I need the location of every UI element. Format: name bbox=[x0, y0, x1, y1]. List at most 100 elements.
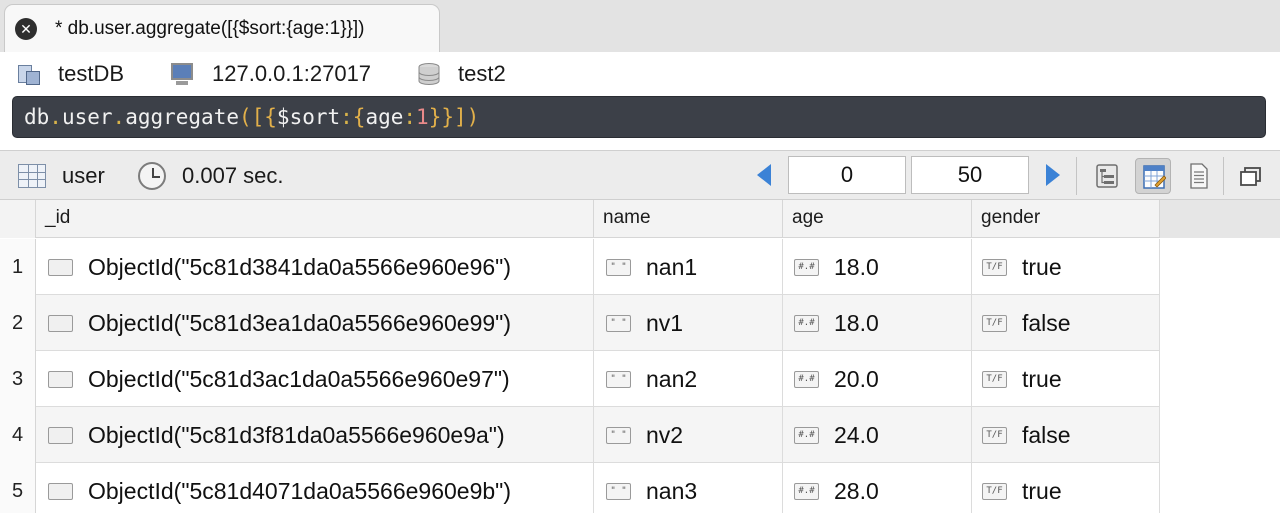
tab-bar: ✕ * db.user.aggregate([{$sort:{age:1}}]) bbox=[0, 0, 1280, 52]
query-open-brackets: ([{ bbox=[238, 105, 277, 129]
id-cell[interactable]: ObjectId("5c81d3841da0a5566e960e96") bbox=[36, 239, 594, 295]
boolean-type-icon: T/F bbox=[982, 258, 1007, 276]
tab-title: * db.user.aggregate([{$sort:{age:1}}]) bbox=[55, 18, 365, 39]
number-type-icon: #.# bbox=[794, 314, 819, 332]
table-row[interactable]: 1 ObjectId("5c81d3841da0a5566e960e96") "… bbox=[0, 239, 1160, 295]
objectid-type-icon bbox=[48, 482, 73, 500]
id-cell[interactable]: ObjectId("5c81d4071da0a5566e960e9b") bbox=[36, 463, 594, 513]
name-value: nan2 bbox=[646, 365, 698, 392]
row-number: 2 bbox=[0, 295, 36, 351]
limit-input[interactable]: 50 bbox=[911, 156, 1029, 194]
window-icon bbox=[1240, 167, 1261, 186]
id-cell[interactable]: ObjectId("5c81d3ea1da0a5566e960e99") bbox=[36, 295, 594, 351]
query-db: db bbox=[24, 105, 50, 129]
table-row[interactable]: 2 ObjectId("5c81d3ea1da0a5566e960e99") "… bbox=[0, 295, 1160, 351]
row-number: 5 bbox=[0, 463, 36, 513]
server-icon bbox=[16, 61, 42, 87]
collection-db-name: test2 bbox=[458, 61, 506, 86]
gender-value: false bbox=[1022, 421, 1071, 448]
gender-value: true bbox=[1022, 477, 1062, 504]
objectid-type-icon bbox=[48, 258, 73, 276]
name-cell[interactable]: " " nan1 bbox=[594, 239, 783, 295]
collection-indicator: user bbox=[18, 161, 105, 191]
table-row[interactable]: 4 ObjectId("5c81d3f81da0a5566e960e9a") "… bbox=[0, 407, 1160, 463]
computer-icon bbox=[170, 61, 196, 87]
name-cell[interactable]: " " nv1 bbox=[594, 295, 783, 351]
query-sort-key: $sort bbox=[276, 105, 341, 129]
tree-view-button[interactable] bbox=[1089, 158, 1125, 194]
string-type-icon: " " bbox=[606, 426, 631, 444]
database-cylinder-icon bbox=[416, 61, 442, 87]
query-close-brackets: }}]) bbox=[428, 105, 480, 129]
objectid-type-icon bbox=[48, 426, 73, 444]
next-page-icon[interactable] bbox=[1046, 164, 1060, 186]
query-editor[interactable]: db.user.aggregate([{$sort:{age:1}}]) bbox=[12, 96, 1266, 138]
results-grid[interactable]: _id name age gender 1 ObjectId("5c81d384… bbox=[0, 200, 1280, 513]
column-header-age[interactable]: age bbox=[783, 200, 972, 238]
id-value: ObjectId("5c81d3ea1da0a5566e960e99") bbox=[88, 309, 512, 336]
number-type-icon: #.# bbox=[794, 370, 819, 388]
boolean-type-icon: T/F bbox=[982, 314, 1007, 332]
document-icon bbox=[1190, 163, 1208, 189]
row-number: 3 bbox=[0, 351, 36, 407]
gender-cell[interactable]: T/F true bbox=[972, 463, 1160, 513]
gender-cell[interactable]: T/F false bbox=[972, 295, 1160, 351]
column-header-name[interactable]: name bbox=[594, 200, 783, 238]
row-number: 1 bbox=[0, 239, 36, 295]
age-cell[interactable]: #.# 18.0 bbox=[783, 239, 972, 295]
query-tab[interactable]: ✕ * db.user.aggregate([{$sort:{age:1}}]) bbox=[4, 4, 440, 52]
age-cell[interactable]: #.# 28.0 bbox=[783, 463, 972, 513]
column-header-id[interactable]: _id bbox=[36, 200, 594, 238]
name-cell[interactable]: " " nv2 bbox=[594, 407, 783, 463]
id-value: ObjectId("5c81d3ac1da0a5566e960e97") bbox=[88, 365, 510, 392]
name-cell[interactable]: " " nan2 bbox=[594, 351, 783, 407]
query-dot: . bbox=[49, 105, 62, 129]
toolbar-divider bbox=[1223, 157, 1224, 195]
objectid-type-icon bbox=[48, 314, 73, 332]
query-collection: user bbox=[61, 105, 113, 129]
tree-view-icon bbox=[1096, 164, 1118, 188]
grid-header: _id name age gender bbox=[0, 200, 1160, 238]
name-cell[interactable]: " " nan3 bbox=[594, 463, 783, 513]
previous-page-icon[interactable] bbox=[757, 164, 771, 186]
id-cell[interactable]: ObjectId("5c81d3ac1da0a5566e960e97") bbox=[36, 351, 594, 407]
age-cell[interactable]: #.# 24.0 bbox=[783, 407, 972, 463]
detach-window-button[interactable] bbox=[1232, 158, 1268, 194]
name-value: nan3 bbox=[646, 477, 698, 504]
connection-bar: testDB 127.0.0.1:27017 test2 bbox=[0, 52, 1280, 96]
age-cell[interactable]: #.# 20.0 bbox=[783, 351, 972, 407]
id-cell[interactable]: ObjectId("5c81d3f81da0a5566e960e9a") bbox=[36, 407, 594, 463]
age-cell[interactable]: #.# 18.0 bbox=[783, 295, 972, 351]
gender-cell[interactable]: T/F false bbox=[972, 407, 1160, 463]
clock-icon bbox=[138, 162, 166, 190]
skip-input[interactable]: 0 bbox=[788, 156, 906, 194]
collection-db-indicator[interactable]: test2 bbox=[416, 60, 506, 88]
elapsed-time: 0.007 sec. bbox=[182, 163, 284, 188]
id-value: ObjectId("5c81d3841da0a5566e960e96") bbox=[88, 253, 512, 280]
table-view-button[interactable] bbox=[1135, 158, 1171, 194]
age-value: 18.0 bbox=[834, 253, 879, 280]
query-function: aggregate bbox=[125, 105, 239, 129]
results-toolbar: user 0.007 sec. 0 50 bbox=[0, 150, 1280, 200]
elapsed-indicator: 0.007 sec. bbox=[138, 161, 284, 191]
query-colon: : bbox=[403, 105, 417, 129]
boolean-type-icon: T/F bbox=[982, 370, 1007, 388]
host-indicator[interactable]: 127.0.0.1:27017 bbox=[170, 60, 371, 88]
boolean-type-icon: T/F bbox=[982, 426, 1007, 444]
query-text[interactable]: db.user.aggregate([{$sort:{age:1}}]) bbox=[24, 105, 479, 129]
close-icon[interactable]: ✕ bbox=[15, 18, 37, 40]
number-type-icon: #.# bbox=[794, 426, 819, 444]
number-type-icon: #.# bbox=[794, 258, 819, 276]
database-indicator[interactable]: testDB bbox=[16, 60, 124, 88]
age-value: 24.0 bbox=[834, 421, 879, 448]
gender-cell[interactable]: T/F true bbox=[972, 351, 1160, 407]
table-icon bbox=[18, 164, 46, 188]
gender-value: true bbox=[1022, 365, 1062, 392]
text-view-button[interactable] bbox=[1181, 158, 1217, 194]
gender-cell[interactable]: T/F true bbox=[972, 239, 1160, 295]
column-header-gender[interactable]: gender bbox=[972, 200, 1160, 238]
string-type-icon: " " bbox=[606, 314, 631, 332]
age-value: 18.0 bbox=[834, 309, 879, 336]
table-row[interactable]: 5 ObjectId("5c81d4071da0a5566e960e9b") "… bbox=[0, 463, 1160, 513]
table-row[interactable]: 3 ObjectId("5c81d3ac1da0a5566e960e97") "… bbox=[0, 351, 1160, 407]
